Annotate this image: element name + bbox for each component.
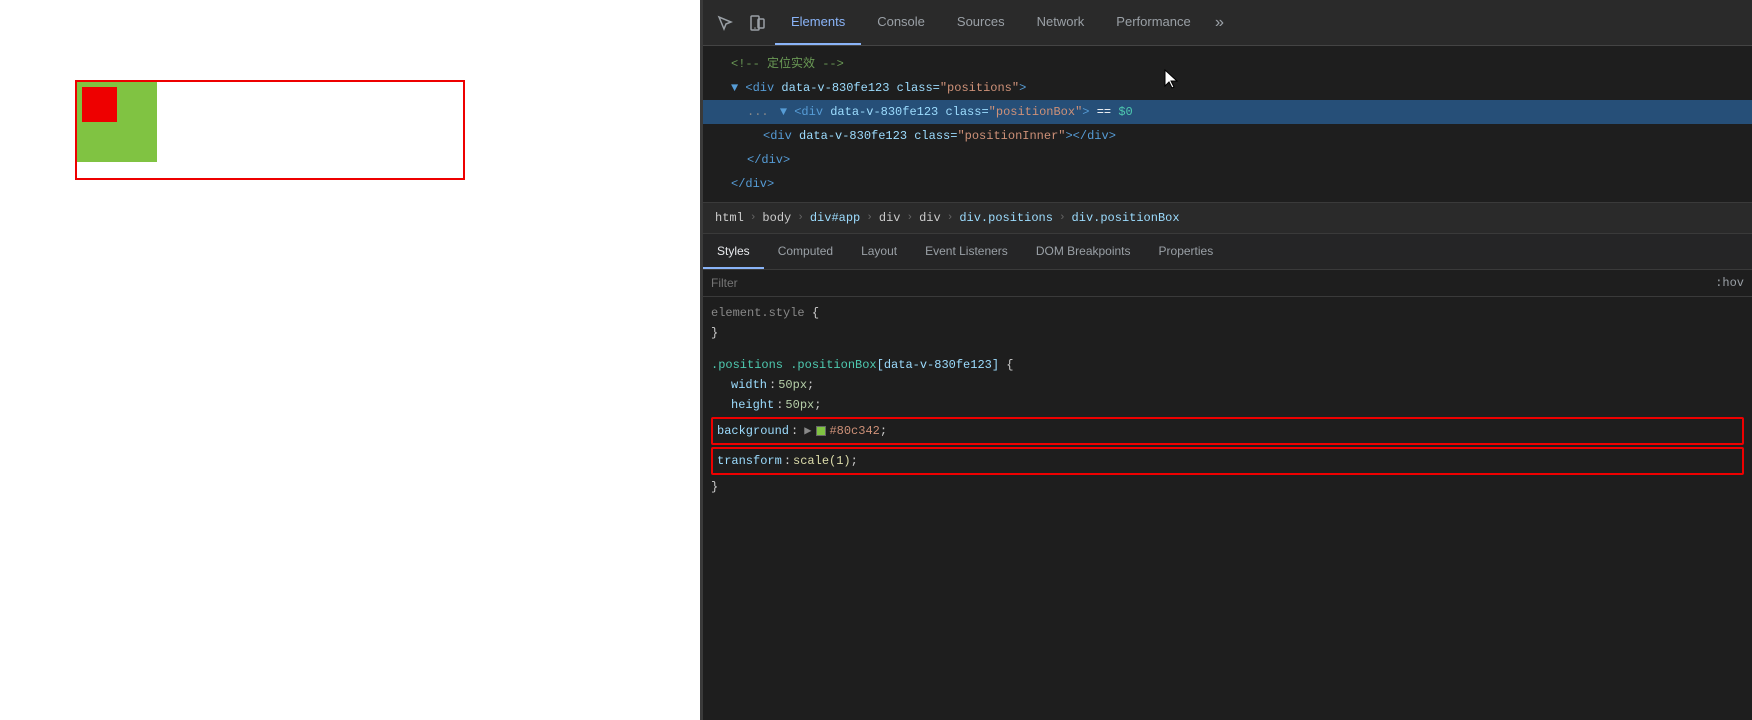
device-icon[interactable] [743, 9, 771, 37]
inspect-icon[interactable] [711, 9, 739, 37]
html-tree: <!-- 定位实效 --> ▼ <div data-v-830fe123 cla… [703, 46, 1752, 203]
breadcrumb-div2[interactable]: div [915, 209, 945, 227]
css-selector-positionbox: .positions .positionBox[data-v-830fe123]… [711, 355, 1744, 375]
breadcrumb-divapp[interactable]: div#app [806, 209, 864, 227]
tree-line-close-positionbox: </div> [703, 148, 1752, 172]
tab-console[interactable]: Console [861, 0, 941, 45]
css-prop-background: background: ▶ #80c342 ; [711, 417, 1744, 445]
css-prop-width: width: 50px; [711, 375, 1744, 395]
tab-sources[interactable]: Sources [941, 0, 1021, 45]
color-swatch-background[interactable] [816, 426, 826, 436]
tab-network[interactable]: Network [1021, 0, 1101, 45]
tree-line-close-positions: </div> [703, 172, 1752, 196]
breadcrumb-div1[interactable]: div [875, 209, 905, 227]
red-block [82, 87, 117, 122]
tab-performance[interactable]: Performance [1100, 0, 1206, 45]
elements-panel: <!-- 定位实效 --> ▼ <div data-v-830fe123 cla… [703, 46, 1752, 720]
breadcrumb: html › body › div#app › div › div › div.… [703, 203, 1752, 234]
tree-line-positionbox[interactable]: ... ▼ <div data-v-830fe123 class="positi… [703, 100, 1752, 124]
css-rule-element-style: element.style { } [711, 303, 1744, 343]
css-closing-positionbox: } [711, 477, 1744, 497]
demo-box [75, 80, 465, 180]
hov-toggle[interactable]: :hov [1715, 276, 1744, 290]
styles-tab-styles[interactable]: Styles [703, 234, 764, 269]
browser-viewport [0, 0, 700, 720]
tree-line-positioninner[interactable]: <div data-v-830fe123 class="positionInne… [703, 124, 1752, 148]
css-selector-element-style: element.style { [711, 303, 1744, 323]
styles-tab-event-listeners[interactable]: Event Listeners [911, 234, 1022, 269]
breadcrumb-divpositions[interactable]: div.positions [955, 209, 1057, 227]
styles-tab-dom-breakpoints[interactable]: DOM Breakpoints [1022, 234, 1145, 269]
css-content: element.style { } .positions .positionBo… [703, 297, 1752, 720]
styles-tab-properties[interactable]: Properties [1145, 234, 1228, 269]
filter-bar: :hov [703, 270, 1752, 297]
tree-comment: <!-- 定位实效 --> [703, 52, 1752, 76]
styles-tab-computed[interactable]: Computed [764, 234, 847, 269]
tree-line-positions[interactable]: ▼ <div data-v-830fe123 class="positions"… [703, 76, 1752, 100]
filter-input[interactable] [711, 276, 1715, 290]
devtools-toolbar: Elements Console Sources Network Perform… [703, 0, 1752, 46]
css-closing-element-style: } [711, 323, 1744, 343]
devtools-panel: Elements Console Sources Network Perform… [703, 0, 1752, 720]
tab-overflow-button[interactable]: » [1207, 14, 1233, 32]
css-prop-transform: transform: scale(1); [711, 447, 1744, 475]
tab-elements[interactable]: Elements [775, 0, 861, 45]
styles-tab-layout[interactable]: Layout [847, 234, 911, 269]
breadcrumb-html[interactable]: html [711, 209, 748, 227]
styles-panel: Styles Computed Layout Event Listeners D… [703, 234, 1752, 720]
devtools-tabs: Elements Console Sources Network Perform… [775, 0, 1744, 45]
breadcrumb-divpositionbox[interactable]: div.positionBox [1068, 209, 1184, 227]
breadcrumb-body[interactable]: body [758, 209, 795, 227]
css-rule-positionbox: .positions .positionBox[data-v-830fe123]… [711, 355, 1744, 497]
css-prop-height: height: 50px; [711, 395, 1744, 415]
styles-tabs: Styles Computed Layout Event Listeners D… [703, 234, 1752, 270]
